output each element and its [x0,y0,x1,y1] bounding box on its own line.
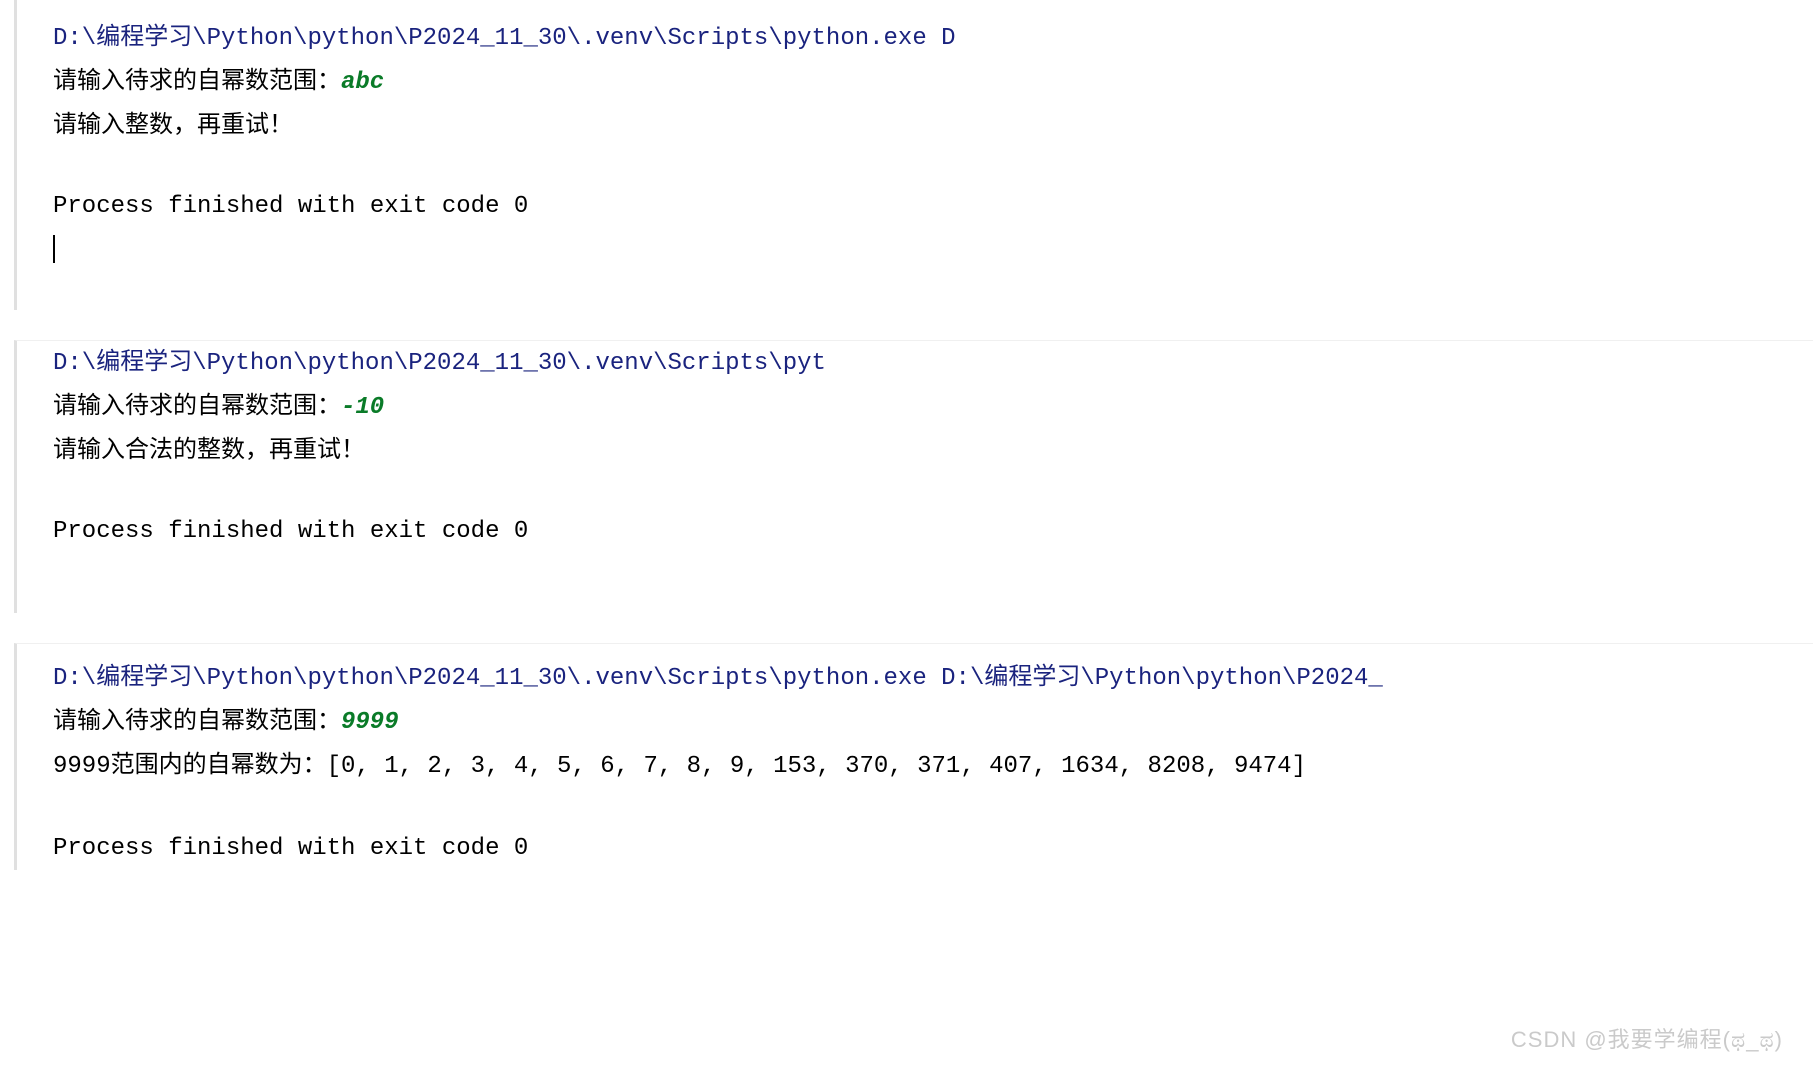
prompt-line: 请输入待求的自幂数范围：abc [53,60,1813,104]
interpreter-path-line: D:\编程学习\Python\python\P2024_11_30\.venv\… [53,656,1813,700]
path-tail: \Python\python\P2024_ [1080,665,1382,692]
input-prompt: 请输入待求的自幂数范围： [53,392,341,419]
console-output-block-2: D:\编程学习\Python\python\P2024_11_30\.venv\… [14,340,1813,613]
path-cjk-2: 编程学习 [984,663,1080,690]
interpreter-path-line: D:\编程学习\Python\python\P2024_11_30\.venv\… [53,341,1813,385]
path-tail: \Python\python\P2024_11_30\.venv\Scripts… [192,350,826,377]
user-input-value: abc [341,69,384,96]
path-cjk: 编程学习 [96,23,192,50]
interpreter-path-line: D:\编程学习\Python\python\P2024_11_30\.venv\… [53,16,1813,60]
input-prompt: 请输入待求的自幂数范围： [53,67,341,94]
path-cjk: 编程学习 [96,348,192,375]
text-cursor-icon [53,235,55,263]
path-drive: D:\ [53,350,96,377]
csdn-watermark: CSDN @我要学编程(ಥ_ಥ) [1511,1021,1783,1060]
process-exit-message: Process finished with exit code 0 [53,828,1813,870]
result-list: [0, 1, 2, 3, 4, 5, 6, 7, 8, 9, 153, 370,… [327,753,1306,780]
cursor-line [53,228,1813,270]
path-mid: \Python\python\P2024_11_30\.venv\Scripts… [192,665,984,692]
input-prompt: 请输入待求的自幂数范围： [53,707,341,734]
path-cjk-1: 编程学习 [96,663,192,690]
console-output-block-1: D:\编程学习\Python\python\P2024_11_30\.venv\… [14,0,1813,310]
error-message: 请输入整数，再重试！ [53,104,1813,146]
result-label: 范围内的自幂数为： [111,751,327,778]
error-message: 请输入合法的整数，再重试！ [53,429,1813,471]
process-exit-message: Process finished with exit code 0 [53,511,1813,553]
result-number: 9999 [53,753,111,780]
path-drive: D:\ [53,25,96,52]
user-input-value: -10 [341,394,384,421]
process-exit-message: Process finished with exit code 0 [53,186,1813,228]
path-drive: D:\ [53,665,96,692]
user-input-value: 9999 [341,709,399,736]
path-tail: \Python\python\P2024_11_30\.venv\Scripts… [192,25,955,52]
prompt-line: 请输入待求的自幂数范围：9999 [53,700,1813,744]
console-output-block-3: D:\编程学习\Python\python\P2024_11_30\.venv\… [14,643,1813,870]
prompt-line: 请输入待求的自幂数范围：-10 [53,385,1813,429]
result-line: 9999范围内的自幂数为：[0, 1, 2, 3, 4, 5, 6, 7, 8,… [53,744,1813,788]
